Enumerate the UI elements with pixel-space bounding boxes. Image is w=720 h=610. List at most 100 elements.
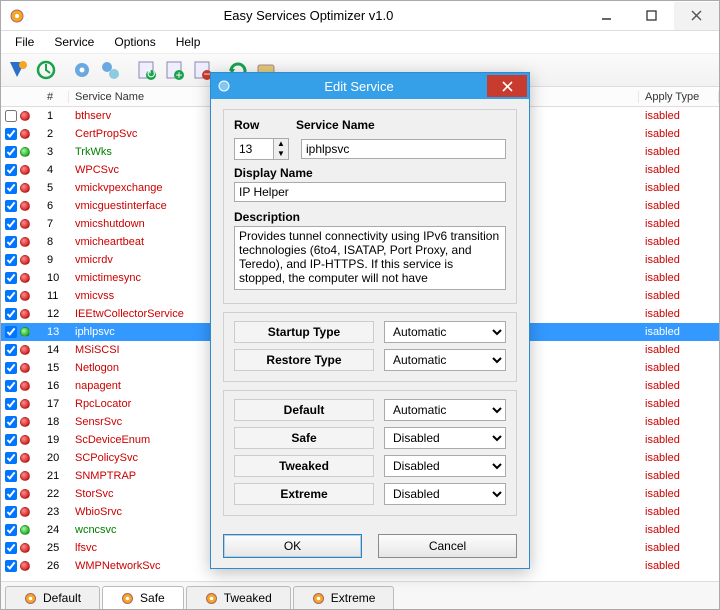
tab-default[interactable]: Default	[5, 586, 100, 609]
status-dot-icon	[20, 165, 30, 175]
row-checkbox[interactable]	[5, 560, 17, 572]
row-checkbox[interactable]	[5, 164, 17, 176]
titlebar: Easy Services Optimizer v1.0	[1, 1, 719, 31]
toolbar-btn-3[interactable]	[69, 57, 95, 83]
row-number: 19	[41, 434, 69, 446]
extreme-select[interactable]: Disabled	[384, 483, 506, 505]
display-name-input[interactable]	[234, 182, 506, 202]
status-dot-icon	[20, 471, 30, 481]
row-input[interactable]	[234, 138, 274, 160]
row-number: 20	[41, 452, 69, 464]
status-dot-icon	[20, 291, 30, 301]
apply-type: isabled	[639, 560, 719, 572]
status-dot-icon	[20, 129, 30, 139]
status-dot-icon	[20, 417, 30, 427]
row-checkbox[interactable]	[5, 326, 17, 338]
row-checkbox[interactable]	[5, 200, 17, 212]
row-checkbox[interactable]	[5, 272, 17, 284]
tab-tweaked[interactable]: Tweaked	[186, 586, 291, 609]
menu-help[interactable]: Help	[168, 33, 209, 51]
toolbar-btn-4[interactable]	[97, 57, 123, 83]
spin-down-icon[interactable]: ▼	[274, 149, 288, 159]
row-checkbox[interactable]	[5, 362, 17, 374]
label-startup-type: Startup Type	[234, 321, 374, 343]
row-checkbox[interactable]	[5, 146, 17, 158]
col-header-num[interactable]: #	[41, 91, 69, 103]
status-dot-icon	[20, 525, 30, 535]
row-number: 3	[41, 146, 69, 158]
apply-type: isabled	[639, 434, 719, 446]
menu-service[interactable]: Service	[46, 33, 102, 51]
toolbar-btn-1[interactable]	[5, 57, 31, 83]
apply-type: isabled	[639, 254, 719, 266]
maximize-button[interactable]	[629, 2, 674, 30]
row-checkbox[interactable]	[5, 488, 17, 500]
tweaked-select[interactable]: Disabled	[384, 455, 506, 477]
row-checkbox[interactable]	[5, 290, 17, 302]
row-checkbox[interactable]	[5, 470, 17, 482]
ok-button[interactable]: OK	[223, 534, 362, 558]
minimize-button[interactable]	[584, 2, 629, 30]
restore-type-select[interactable]: Automatic	[384, 349, 506, 371]
row-checkbox[interactable]	[5, 524, 17, 536]
row-number: 4	[41, 164, 69, 176]
apply-type: isabled	[639, 146, 719, 158]
apply-type: isabled	[639, 200, 719, 212]
row-checkbox[interactable]	[5, 416, 17, 428]
row-number: 21	[41, 470, 69, 482]
row-number: 2	[41, 128, 69, 140]
row-checkbox[interactable]	[5, 398, 17, 410]
row-checkbox[interactable]	[5, 452, 17, 464]
apply-type: isabled	[639, 164, 719, 176]
toolbar-btn-2[interactable]	[33, 57, 59, 83]
apply-type: isabled	[639, 290, 719, 302]
dialog-close-button[interactable]	[487, 75, 527, 97]
tab-extreme[interactable]: Extreme	[293, 586, 395, 609]
menu-options[interactable]: Options	[106, 33, 163, 51]
service-name-input[interactable]	[301, 139, 506, 159]
row-number: 1	[41, 110, 69, 122]
dialog-titlebar[interactable]: Edit Service	[211, 73, 529, 99]
toolbar-btn-5[interactable]: ↻	[133, 57, 159, 83]
apply-type: isabled	[639, 488, 719, 500]
cancel-button[interactable]: Cancel	[378, 534, 517, 558]
row-checkbox[interactable]	[5, 110, 17, 122]
row-checkbox[interactable]	[5, 236, 17, 248]
svg-text:+: +	[175, 68, 182, 81]
status-dot-icon	[20, 273, 30, 283]
row-number: 15	[41, 362, 69, 374]
status-dot-icon	[20, 201, 30, 211]
row-number: 22	[41, 488, 69, 500]
toolbar-btn-6[interactable]: +	[161, 57, 187, 83]
tab-safe[interactable]: Safe	[102, 586, 184, 609]
status-dot-icon	[20, 309, 30, 319]
description-textarea[interactable]	[234, 226, 506, 290]
status-dot-icon	[20, 435, 30, 445]
apply-type: isabled	[639, 308, 719, 320]
startup-type-select[interactable]: Automatic	[384, 321, 506, 343]
gear-icon	[121, 592, 134, 605]
label-service-name: Service Name	[296, 118, 375, 132]
status-dot-icon	[20, 543, 30, 553]
row-checkbox[interactable]	[5, 434, 17, 446]
row-spinner[interactable]: ▲▼	[234, 138, 289, 160]
row-checkbox[interactable]	[5, 308, 17, 320]
menu-file[interactable]: File	[7, 33, 42, 51]
safe-select[interactable]: Disabled	[384, 427, 506, 449]
apply-type: isabled	[639, 362, 719, 374]
apply-type: isabled	[639, 272, 719, 284]
spin-up-icon[interactable]: ▲	[274, 139, 288, 149]
row-checkbox[interactable]	[5, 506, 17, 518]
default-select[interactable]: Automatic	[384, 399, 506, 421]
row-checkbox[interactable]	[5, 542, 17, 554]
col-header-apply[interactable]: Apply Type	[639, 91, 719, 103]
row-checkbox[interactable]	[5, 218, 17, 230]
gear-icon	[312, 592, 325, 605]
row-checkbox[interactable]	[5, 344, 17, 356]
row-checkbox[interactable]	[5, 254, 17, 266]
close-button[interactable]	[674, 2, 719, 30]
bottom-tabs: DefaultSafeTweakedExtreme	[1, 581, 719, 609]
row-checkbox[interactable]	[5, 128, 17, 140]
row-checkbox[interactable]	[5, 182, 17, 194]
row-checkbox[interactable]	[5, 380, 17, 392]
